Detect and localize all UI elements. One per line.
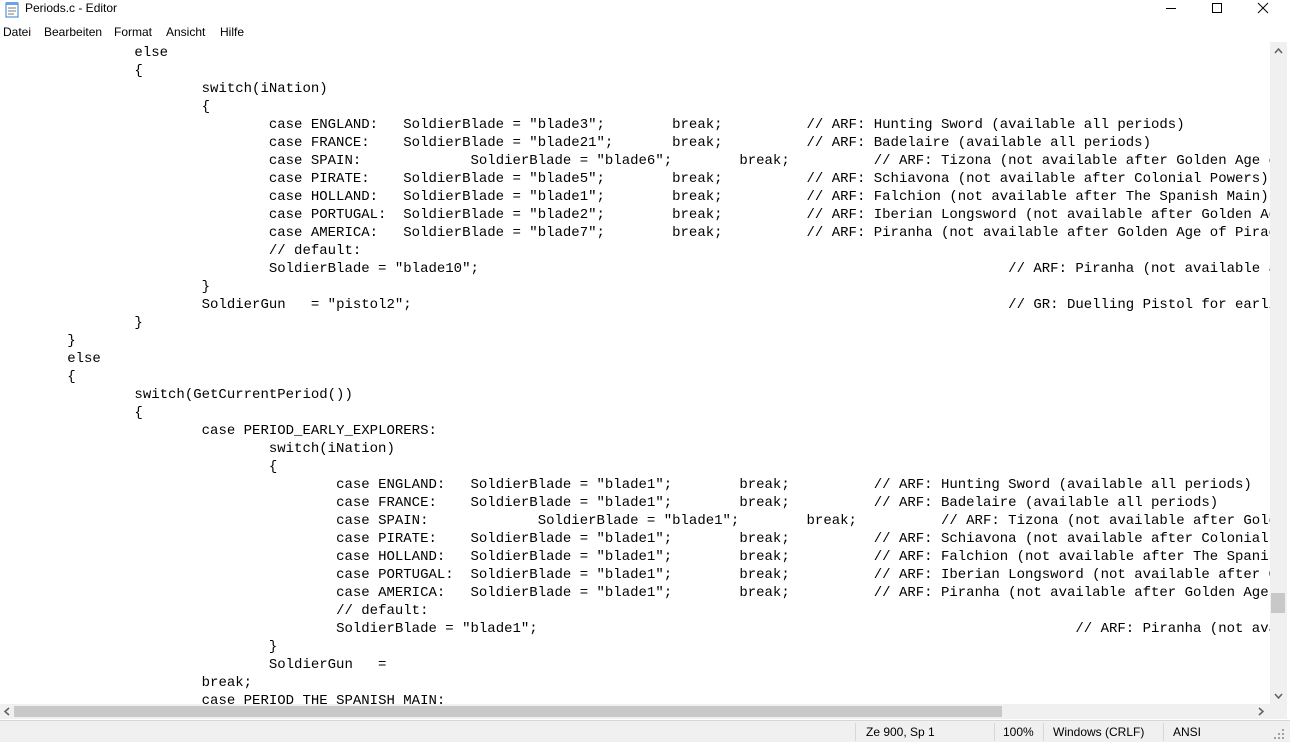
scroll-down-button[interactable] [1271, 689, 1286, 701]
code-line: switch(iNation) [0, 81, 328, 97]
code-line: break; [0, 675, 253, 691]
code-line: SoldierGun = "pistol2"; // GR: Duelling … [201, 297, 1270, 313]
status-divider [1163, 723, 1164, 741]
code-line: case AMERICA: SoldierBlade = "blade1"; b… [336, 585, 1269, 601]
vertical-scroll-thumb[interactable] [1271, 593, 1285, 613]
scrollbar-corner [1270, 704, 1287, 719]
code-line: case ENGLAND: SoldierBlade = "blade3"; b… [0, 117, 1185, 133]
code-line: switch(iNation) [0, 441, 395, 457]
code-line: else [0, 45, 169, 61]
code-line: case PORTUGAL: SoldierBlade = "blade2"; … [268, 207, 1270, 223]
code-line: SoldierBlade = "blade10"; // ARF: Piranh… [268, 261, 1270, 277]
title-bar: Periods.c - Editor [0, 0, 1290, 22]
code-line: case HOLLAND: SoldierBlade = "blade1"; b… [336, 549, 1270, 565]
horizontal-scroll-thumb[interactable] [14, 706, 1002, 717]
code-line: { [0, 63, 143, 79]
code-line: { [0, 99, 211, 115]
code-line: case ENGLAND: SoldierBlade = "blade1"; b… [0, 477, 1252, 493]
maximize-icon [1212, 3, 1222, 13]
chevron-left-icon [3, 707, 10, 716]
status-divider [1043, 723, 1044, 741]
status-bar: Ze 900, Sp 1 100% Windows (CRLF) ANSI [0, 720, 1290, 742]
menu-bearbeiten[interactable]: Bearbeiten [44, 25, 102, 40]
notepad-app-icon [5, 1, 19, 18]
menu-bar: Datei Bearbeiten Format Ansicht Hilfe [0, 22, 1290, 42]
close-button[interactable] [1240, 0, 1286, 16]
code-line: SoldierBlade = "blade1"; // ARF: Piranha… [336, 621, 1270, 637]
scroll-up-button[interactable] [1271, 44, 1286, 56]
code-text: else { switch(iNation) { case ENGLAND: S… [0, 44, 1270, 704]
code-line: else [0, 351, 101, 367]
minimize-icon [1166, 8, 1176, 9]
zoom-level: 100% [1003, 725, 1034, 739]
chevron-right-icon [1258, 707, 1265, 716]
code-line: { [0, 405, 143, 421]
code-line: case PORTUGAL: SoldierBlade = "blade1"; … [336, 567, 1270, 583]
cursor-position: Ze 900, Sp 1 [866, 725, 935, 739]
code-line: case PIRATE: SoldierBlade = "blade1"; br… [336, 531, 1269, 547]
code-line: case SPAIN: SoldierBlade = "blade1"; bre… [336, 513, 1270, 529]
menu-datei[interactable]: Datei [3, 25, 31, 40]
code-line: // default: [0, 243, 362, 259]
code-line: case FRANCE: SoldierBlade = "blade1"; br… [0, 495, 1219, 511]
encoding: ANSI [1173, 725, 1202, 739]
code-line: switch(GetCurrentPeriod()) [0, 387, 353, 403]
resize-grip-icon[interactable] [1272, 727, 1286, 741]
code-line: { [0, 369, 76, 385]
code-line: SoldierGun = [0, 657, 387, 673]
maximize-button[interactable] [1194, 0, 1240, 16]
minimize-button[interactable] [1148, 0, 1194, 16]
code-line: case FRANCE: SoldierBlade = "blade21"; b… [0, 135, 1151, 151]
window-title: Periods.c - Editor [25, 1, 118, 15]
code-line: } [0, 315, 143, 331]
code-line: case PIRATE: SoldierBlade = "blade5"; br… [0, 171, 1269, 187]
scroll-left-button[interactable] [1, 705, 13, 718]
code-line: } [0, 279, 211, 295]
chevron-down-icon [1274, 693, 1283, 700]
code-line: case PERIOD_THE_SPANISH_MAIN: [0, 693, 446, 704]
code-line: case HOLLAND: SoldierBlade = "blade1"; b… [0, 189, 1269, 205]
menu-ansicht[interactable]: Ansicht [166, 25, 205, 40]
menu-format[interactable]: Format [114, 25, 152, 40]
code-line: case PERIOD_EARLY_EXPLORERS: [0, 423, 437, 439]
chevron-up-icon [1274, 47, 1283, 54]
close-icon [1257, 2, 1269, 14]
code-line: // default: [0, 603, 429, 619]
code-line: } [0, 639, 278, 655]
text-editor-area[interactable]: else { switch(iNation) { case ENGLAND: S… [0, 42, 1270, 704]
code-line: case SPAIN: SoldierBlade = "blade6"; bre… [268, 153, 1270, 169]
line-ending: Windows (CRLF) [1053, 725, 1145, 739]
scroll-right-button[interactable] [1255, 705, 1267, 718]
code-line: case AMERICA: SoldierBlade = "blade7"; b… [268, 225, 1270, 241]
menu-hilfe[interactable]: Hilfe [220, 25, 244, 40]
code-line: { [0, 459, 278, 475]
code-line: } [0, 333, 76, 349]
status-divider [855, 723, 856, 741]
status-divider [994, 723, 995, 741]
